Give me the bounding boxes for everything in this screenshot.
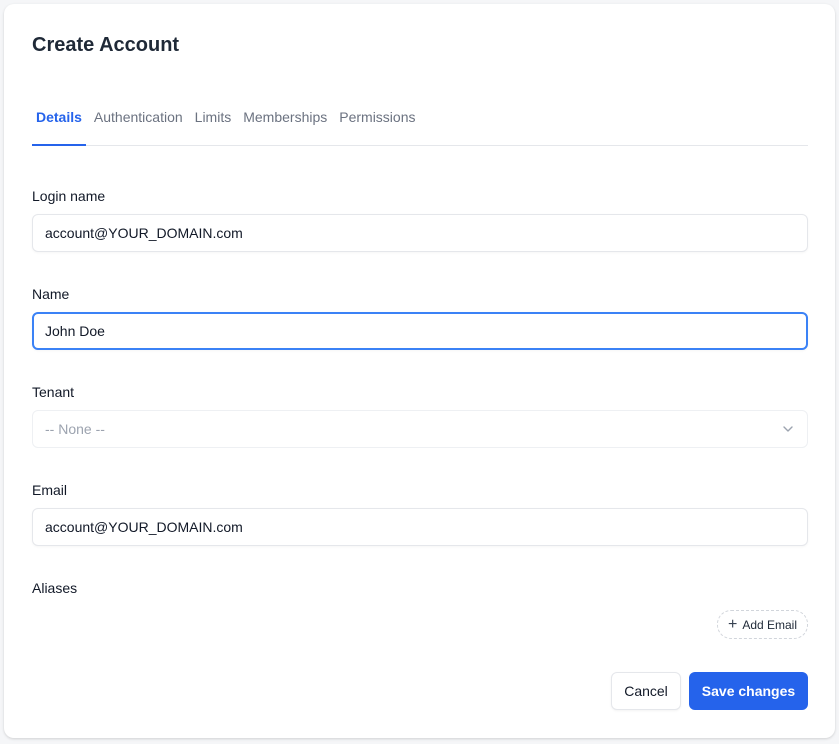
tab-permissions[interactable]: Permissions [333,100,421,146]
tab-details[interactable]: Details [32,100,86,146]
login-name-input[interactable] [32,214,808,252]
tab-bar: Details Authentication Limits Membership… [32,100,808,146]
login-name-label: Login name [32,188,106,204]
tenant-label: Tenant [32,384,75,400]
add-email-label: Add Email [742,617,798,632]
name-label: Name [32,286,70,302]
email-label: Email [32,482,68,498]
save-changes-button[interactable]: Save changes [689,672,808,710]
tenant-select[interactable]: -- None -- [32,410,808,448]
chevron-down-icon [783,426,793,432]
add-email-button[interactable]: + Add Email [717,610,808,639]
tab-authentication[interactable]: Authentication [88,100,189,146]
tab-limits[interactable]: Limits [189,100,238,146]
email-input[interactable] [32,508,808,546]
tenant-select-value: -- None -- [45,421,105,437]
dialog-title: Create Account [32,34,180,56]
tab-memberships[interactable]: Memberships [237,100,333,146]
plus-icon: + [727,615,738,633]
aliases-label: Aliases [32,580,78,596]
name-input[interactable] [32,312,808,350]
cancel-button[interactable]: Cancel [611,672,681,710]
create-account-dialog: Create Account Details Authentication Li… [4,4,835,738]
